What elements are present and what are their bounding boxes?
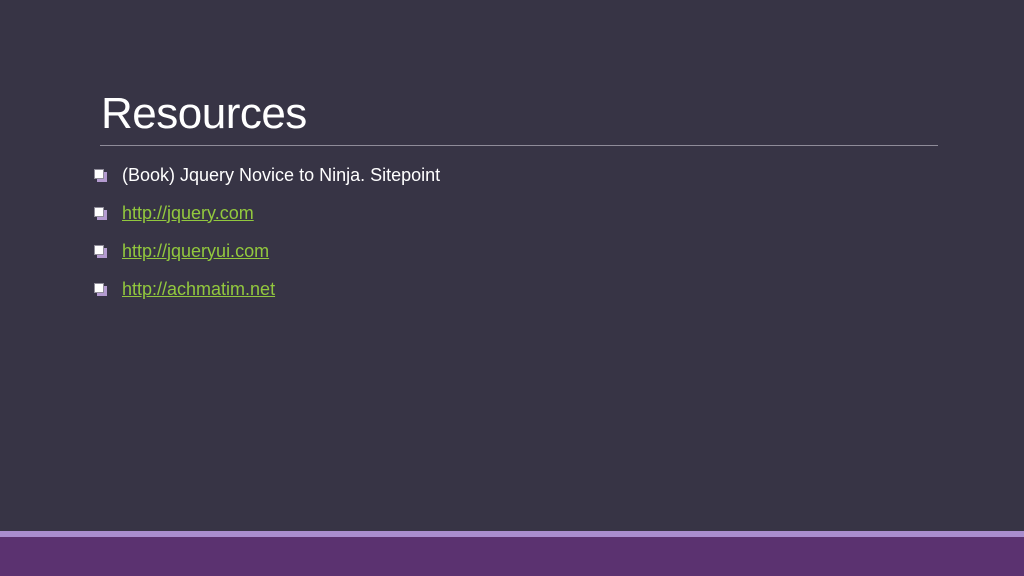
list-item: http://jqueryui.com <box>94 232 440 270</box>
jqueryui-link[interactable]: http://jqueryui.com <box>122 241 269 262</box>
slide: Resources (Book) Jquery Novice to Ninja.… <box>0 0 1024 576</box>
book-reference-text: (Book) Jquery Novice to Ninja. Sitepoint <box>122 164 441 185</box>
square-checkbox-icon <box>94 168 107 182</box>
title-divider <box>100 145 938 146</box>
jquery-link[interactable]: http://jquery.com <box>122 203 254 224</box>
slide-title: Resources <box>101 89 307 138</box>
square-checkbox-icon <box>94 282 107 296</box>
list-item: http://jquery.com <box>94 194 440 232</box>
bullet-list: (Book) Jquery Novice to Ninja. Sitepoint… <box>94 156 440 308</box>
achmatim-link[interactable]: http://achmatim.net <box>122 279 275 300</box>
footer-band <box>0 537 1024 576</box>
list-item: http://achmatim.net <box>94 270 440 308</box>
square-checkbox-icon <box>94 206 107 220</box>
list-item: (Book) Jquery Novice to Ninja. Sitepoint <box>94 156 440 194</box>
square-checkbox-icon <box>94 244 107 258</box>
